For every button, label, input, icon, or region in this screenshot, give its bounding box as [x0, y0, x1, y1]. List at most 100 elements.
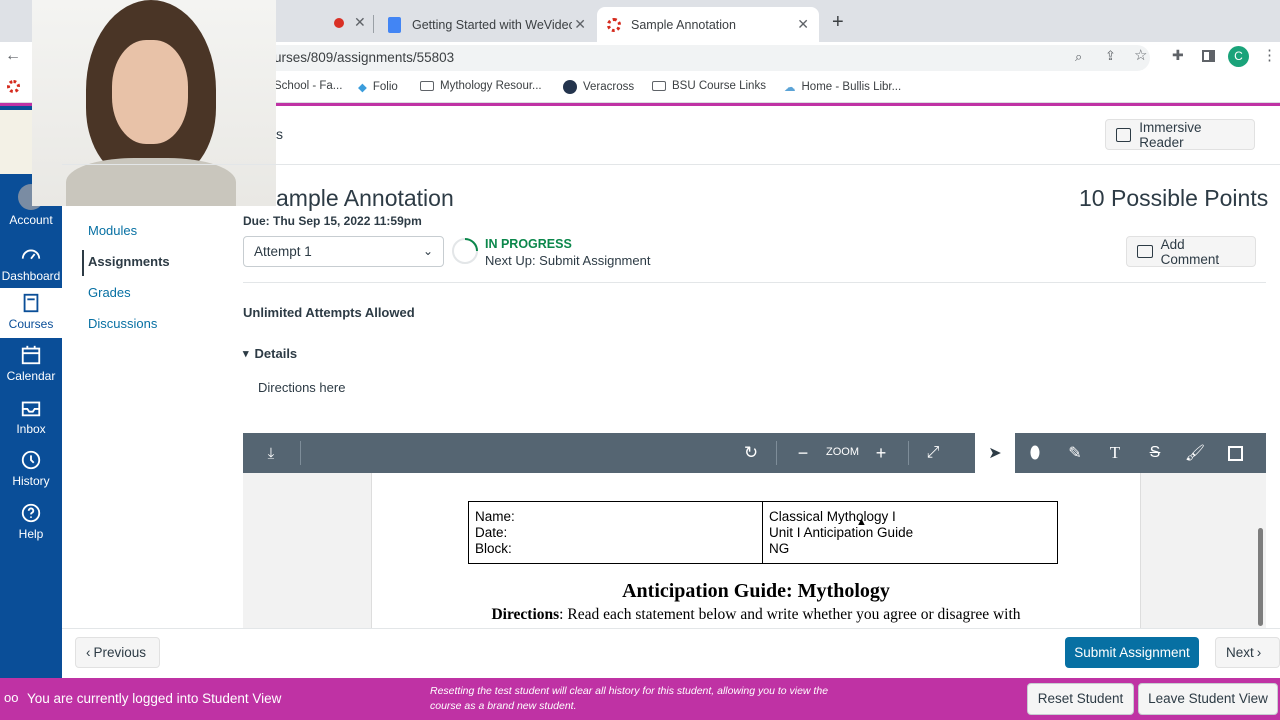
attempts-allowed: Unlimited Attempts Allowed [243, 305, 415, 320]
tab-sample-annotation[interactable]: Sample Annotation ✕ [597, 7, 819, 42]
freedraw-brush-icon[interactable]: 🖌 [1175, 433, 1215, 473]
previous-button[interactable]: ‹ Previous [75, 637, 160, 668]
bookmark-bsu[interactable]: BSU Course Links [652, 80, 766, 92]
canvas-bookmark-icon[interactable] [7, 80, 20, 93]
share-icon[interactable]: ⇪ [1105, 48, 1116, 64]
zoom-label: ZOOM [826, 446, 859, 458]
url-text: urses/809/assignments/55803 [274, 50, 455, 65]
breadcrumb-fragment[interactable]: s [276, 126, 283, 142]
sidepanel-icon[interactable] [1202, 50, 1215, 62]
chevron-down-icon: ⌄ [422, 244, 433, 258]
immersive-reader-button[interactable]: Immersive Reader [1105, 119, 1255, 150]
submit-assignment-button[interactable]: Submit Assignment [1065, 637, 1199, 668]
tab-title: Getting Started with WeVideo ( [412, 17, 572, 32]
select-pointer-icon[interactable]: ➤ [975, 433, 1015, 473]
download-icon[interactable]: ⤓ [251, 433, 291, 473]
reset-note: Resetting the test student will clear al… [430, 685, 829, 712]
close-tab-icon[interactable]: ✕ [354, 14, 366, 31]
rotate-icon[interactable]: ↻ [731, 433, 771, 473]
help-icon [21, 503, 41, 523]
cloud-icon: ☁ [784, 82, 796, 94]
url-field[interactable]: urses/809/assignments/55803 [250, 45, 1150, 71]
text-tool-icon[interactable]: T [1095, 433, 1135, 473]
folder-icon [652, 81, 666, 91]
assignment-footer: ‹ Previous Submit Assignment Next › [62, 628, 1280, 678]
chevron-down-icon: ▾ [243, 348, 249, 360]
inbox-icon [21, 401, 41, 417]
docs-icon [388, 16, 401, 33]
next-up-text: Next Up: Submit Assignment [485, 253, 651, 268]
zoom-icon[interactable]: ⌕ [1075, 49, 1082, 65]
point-annotation-icon[interactable]: ⬮ [1015, 433, 1055, 473]
close-tab-icon[interactable]: ✕ [574, 16, 586, 33]
nav-inbox[interactable]: Inbox [0, 397, 62, 441]
annotation-toolbar: ⤓ ↻ − ZOOM + ⤢ ➤ ⬮ ✎ T S 🖌 [243, 433, 1266, 473]
bookmark-star-icon[interactable]: ☆ [1134, 46, 1147, 64]
next-button[interactable]: Next › [1215, 637, 1280, 668]
student-info-table: Name: Date: Block: Classical Mythology I… [468, 501, 1058, 564]
back-arrow-icon[interactable]: ← [5, 47, 21, 65]
toolbar-separator [908, 441, 909, 465]
courses-book-icon [23, 293, 39, 313]
strikeout-icon[interactable]: S [1135, 433, 1175, 473]
profile-avatar[interactable]: C [1228, 46, 1249, 67]
course-nav-modules[interactable]: Modules [88, 223, 137, 238]
assignment-title: ample Annotation [276, 185, 454, 211]
close-tab-icon[interactable]: ✕ [797, 16, 809, 33]
course-nav-discussions[interactable]: Discussions [88, 316, 157, 331]
highlight-icon[interactable]: ✎ [1055, 433, 1095, 473]
calendar-icon [21, 345, 41, 365]
add-comment-button[interactable]: Add Comment [1126, 236, 1256, 267]
presenter-face [112, 40, 188, 144]
nav-courses[interactable]: Courses [0, 288, 62, 338]
new-tab-icon[interactable]: + [832, 11, 844, 34]
folio-icon: ◆ [358, 82, 367, 94]
document-directions: Directions: Read each statement below an… [491, 606, 1021, 623]
student-view-bar: oo You are currently logged into Student… [0, 678, 1280, 720]
zoom-in-icon[interactable]: + [861, 433, 901, 473]
student-view-icon: oo [4, 690, 19, 705]
nav-history[interactable]: History [0, 449, 62, 493]
course-nav-active-indicator [82, 250, 84, 276]
status-in-progress: IN PROGRESS [485, 237, 572, 251]
student-view-message: You are currently logged into Student Vi… [27, 691, 282, 706]
chevron-left-icon: ‹ [86, 645, 91, 660]
nav-help[interactable]: Help [0, 502, 62, 546]
bookmark-mythology[interactable]: Mythology Resour... [420, 80, 542, 92]
possible-points: 10 Possible Points [1079, 185, 1269, 211]
bookmark-veracross[interactable]: Veracross [563, 80, 634, 94]
document-heading: Anticipation Guide: Mythology [622, 580, 890, 602]
extensions-icon[interactable]: ✚ [1172, 47, 1184, 64]
info-right-column: Classical Mythology I Unit I Anticipatio… [769, 509, 914, 556]
menu-dots-icon[interactable]: ⋮ [1262, 46, 1277, 64]
immersive-reader-icon [1116, 127, 1132, 142]
info-left-column: Name: Date: Block: [469, 502, 763, 563]
details-toggle[interactable]: ▾ Details [243, 346, 297, 361]
tab-title: Sample Annotation [631, 17, 736, 32]
reset-student-button[interactable]: Reset Student [1027, 683, 1134, 715]
fullscreen-icon[interactable]: ⤢ [913, 433, 953, 473]
school-logo[interactable] [0, 110, 36, 174]
course-nav-grades[interactable]: Grades [88, 285, 131, 300]
course-nav-assignments[interactable]: Assignments [88, 254, 170, 269]
canvas-favicon-icon [607, 17, 621, 32]
recording-icon[interactable] [334, 18, 344, 28]
toolbar-separator [300, 441, 301, 465]
bookmark-library[interactable]: ☁ Home - Bullis Libr... [784, 80, 901, 94]
tab-wevideo[interactable]: Getting Started with WeVideo ( ✕ [378, 7, 596, 42]
bookmark-folio[interactable]: ◆ Folio [358, 80, 398, 94]
viewer-scrollbar[interactable] [1258, 528, 1263, 626]
leave-student-view-button[interactable]: Leave Student View [1138, 683, 1278, 715]
attempt-select[interactable]: Attempt 1 ⌄ [243, 236, 444, 267]
mouse-cursor-icon: ▲ [856, 516, 867, 528]
nav-dashboard[interactable]: Dashboard [0, 244, 62, 284]
zoom-out-icon[interactable]: − [783, 433, 823, 473]
area-select-icon[interactable] [1215, 433, 1255, 473]
nav-calendar[interactable]: Calendar [0, 344, 62, 388]
attempt-divider [243, 282, 1266, 283]
chevron-right-icon: › [1256, 645, 1262, 660]
history-clock-icon [21, 450, 41, 470]
bookmark-school[interactable]: School - Fa... [274, 80, 342, 92]
header-divider [62, 164, 1280, 165]
veracross-icon [563, 80, 577, 94]
